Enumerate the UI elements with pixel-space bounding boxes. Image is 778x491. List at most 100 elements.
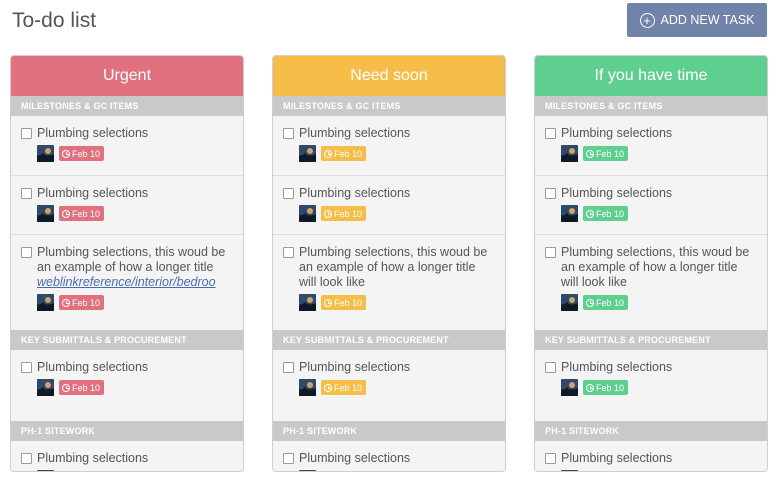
task-item[interactable]: Plumbing selections, this woud be an exa… xyxy=(535,235,767,330)
assignee-avatar[interactable] xyxy=(561,470,578,471)
task-item[interactable]: Plumbing selections Feb 10 xyxy=(11,350,243,421)
clock-icon xyxy=(324,149,332,158)
task-link[interactable]: weblinkreference/interior/bedroo xyxy=(37,275,231,290)
task-item[interactable]: Plumbing selections Feb 10 xyxy=(535,176,767,235)
due-date-text: Feb 10 xyxy=(596,382,625,393)
due-date-text: Feb 10 xyxy=(72,382,101,393)
clock-icon xyxy=(324,298,332,307)
task-checkbox[interactable] xyxy=(283,362,294,373)
clock-icon xyxy=(62,298,70,307)
task-meta: Feb 10 xyxy=(299,145,493,162)
task-checkbox[interactable] xyxy=(545,247,556,258)
clock-icon xyxy=(586,383,594,392)
assignee-avatar[interactable] xyxy=(37,470,54,471)
task-meta: Feb 10 xyxy=(299,205,493,222)
task-item[interactable]: Plumbing selections Feb 10 xyxy=(535,441,767,472)
due-date-badge: Feb 10 xyxy=(583,471,628,472)
task-meta: Feb 10 xyxy=(37,294,231,311)
task-checkbox[interactable] xyxy=(283,453,294,464)
due-date-text: Feb 10 xyxy=(334,208,363,219)
section-header: KEY SUBMITTALS & PROCUREMENT xyxy=(535,330,767,350)
add-new-task-button[interactable]: + ADD NEW TASK xyxy=(627,3,767,37)
task-meta: Feb 10 xyxy=(561,470,755,472)
task-item[interactable]: Plumbing selections, this woud be an exa… xyxy=(273,235,505,330)
task-checkbox[interactable] xyxy=(545,188,556,199)
task-meta: Feb 10 xyxy=(299,379,493,396)
clock-icon xyxy=(324,209,332,218)
due-date-badge: Feb 10 xyxy=(59,295,105,310)
task-title: Plumbing selections xyxy=(37,451,149,465)
task-checkbox[interactable] xyxy=(545,362,556,373)
assignee-avatar[interactable] xyxy=(561,294,578,311)
assignee-avatar[interactable] xyxy=(37,145,54,162)
section-header: MILESTONES & GC ITEMS xyxy=(273,96,505,116)
column-urgent: Urgent MILESTONES & GC ITEMS Plumbing sele… xyxy=(10,55,244,472)
section-header: KEY SUBMITTALS & PROCUREMENT xyxy=(11,330,243,350)
task-item[interactable]: Plumbing selections Feb 10 xyxy=(535,116,767,176)
task-checkbox[interactable] xyxy=(283,247,294,258)
clock-icon xyxy=(62,149,70,158)
assignee-avatar[interactable] xyxy=(37,205,54,222)
task-item[interactable]: Plumbing selections, this woud be an exa… xyxy=(11,235,243,330)
due-date-badge: Feb 10 xyxy=(321,295,367,310)
assignee-avatar[interactable] xyxy=(561,205,578,222)
due-date-badge: Feb 10 xyxy=(59,206,105,221)
due-date-badge: Feb 10 xyxy=(59,471,104,472)
task-checkbox[interactable] xyxy=(283,188,294,199)
task-checkbox[interactable] xyxy=(21,362,32,373)
assignee-avatar[interactable] xyxy=(37,379,54,396)
assignee-avatar[interactable] xyxy=(299,145,316,162)
task-item[interactable]: Plumbing selections Feb 10 xyxy=(535,350,767,421)
due-date-badge: Feb 10 xyxy=(59,146,105,161)
task-checkbox[interactable] xyxy=(21,453,32,464)
due-date-text: Feb 10 xyxy=(72,297,101,308)
task-item[interactable]: Plumbing selections Feb 10 xyxy=(273,116,505,176)
due-date-badge: Feb 10 xyxy=(59,380,105,395)
task-item[interactable]: Plumbing selections Feb 10 xyxy=(11,441,243,472)
task-item[interactable]: Plumbing selections Feb 10 xyxy=(11,116,243,176)
column-header: If you have time xyxy=(535,56,767,96)
task-item[interactable]: Plumbing selections Feb 10 xyxy=(273,350,505,421)
assignee-avatar[interactable] xyxy=(299,379,316,396)
assignee-avatar[interactable] xyxy=(561,379,578,396)
due-date-badge: Feb 10 xyxy=(321,380,367,395)
task-checkbox[interactable] xyxy=(283,128,294,139)
task-checkbox[interactable] xyxy=(545,128,556,139)
task-item[interactable]: Plumbing selections Feb 10 xyxy=(11,176,243,235)
assignee-avatar[interactable] xyxy=(299,294,316,311)
task-meta: Feb 10 xyxy=(37,145,231,162)
clock-icon xyxy=(62,209,70,218)
due-date-badge: Feb 10 xyxy=(583,206,629,221)
due-date-text: Feb 10 xyxy=(596,208,625,219)
due-date-text: Feb 10 xyxy=(596,297,625,308)
column-need-soon: Need soon MILESTONES & GC ITEMS Plumbing s… xyxy=(272,55,506,472)
clock-icon xyxy=(324,383,332,392)
task-title: Plumbing selections, this woud be an exa… xyxy=(299,245,488,289)
section-header: PH-1 SITEWORK xyxy=(535,421,767,441)
task-title: Plumbing selections xyxy=(299,451,411,465)
task-item[interactable]: Plumbing selections Feb 10 xyxy=(273,441,505,472)
section-header: MILESTONES & GC ITEMS xyxy=(11,96,243,116)
clock-icon xyxy=(586,149,594,158)
assignee-avatar[interactable] xyxy=(299,470,316,471)
task-meta: Feb 10 xyxy=(561,145,755,162)
assignee-avatar[interactable] xyxy=(37,294,54,311)
due-date-badge: Feb 10 xyxy=(321,471,366,472)
task-title: Plumbing selections, this woud be an exa… xyxy=(561,245,750,289)
assignee-avatar[interactable] xyxy=(299,205,316,222)
column-header: Urgent xyxy=(11,56,243,96)
column-if-you-have-time: If you have time MILESTONES & GC ITEMS Plu… xyxy=(534,55,768,472)
task-checkbox[interactable] xyxy=(21,247,32,258)
assignee-avatar[interactable] xyxy=(561,145,578,162)
task-checkbox[interactable] xyxy=(21,128,32,139)
task-meta: Feb 10 xyxy=(37,205,231,222)
task-meta: Feb 10 xyxy=(299,294,493,311)
plus-circle-icon: + xyxy=(639,12,655,28)
task-item[interactable]: Plumbing selections Feb 10 xyxy=(273,176,505,235)
due-date-badge: Feb 10 xyxy=(583,295,629,310)
section-header: PH-1 SITEWORK xyxy=(11,421,243,441)
task-checkbox[interactable] xyxy=(21,188,32,199)
due-date-badge: Feb 10 xyxy=(321,146,367,161)
task-checkbox[interactable] xyxy=(545,453,556,464)
clock-icon xyxy=(62,383,70,392)
